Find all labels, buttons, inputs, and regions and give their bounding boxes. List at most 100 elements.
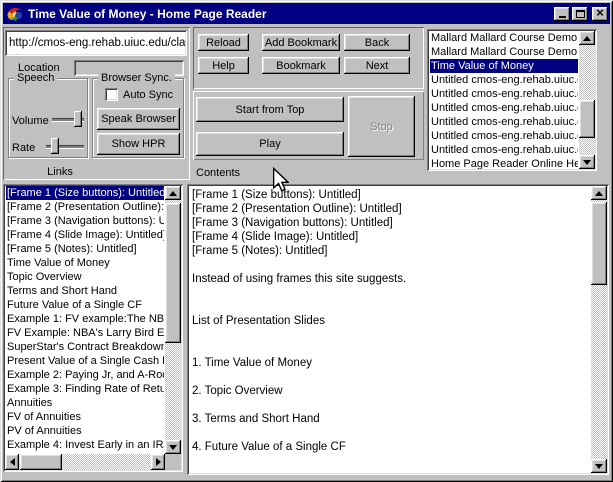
volume-label: Volume	[12, 115, 49, 127]
stop-button[interactable]: Stop	[348, 96, 415, 157]
scrollbar-thumb[interactable]	[20, 454, 62, 470]
links-list-item[interactable]: [Frame 2 (Presentation Outline): Untitle…	[6, 200, 164, 214]
scrollbar-thumb[interactable]	[165, 203, 181, 343]
rate-label: Rate	[12, 142, 35, 154]
links-list-item[interactable]: [Frame 4 (Slide Image): Untitled]	[6, 228, 164, 242]
rate-slider-thumb[interactable]	[51, 138, 59, 154]
browser-sync-group: Browser Sync. Auto Sync Speak Browser Sh…	[92, 78, 184, 158]
close-icon: ×	[596, 8, 604, 18]
app-icon	[7, 6, 23, 22]
scroll-down-button[interactable]	[165, 440, 181, 454]
links-list-item[interactable]: PV of Annuities	[6, 424, 164, 438]
maximize-icon	[576, 10, 585, 18]
history-list-item[interactable]: Untitled cmos-eng.rehab.uiuc.edu	[430, 115, 578, 129]
scroll-up-button[interactable]	[579, 31, 595, 45]
links-list-item[interactable]: Topic Overview	[6, 270, 164, 284]
scrollbar-thumb[interactable]	[579, 100, 595, 138]
links-list-item[interactable]: FV of Annuities	[6, 410, 164, 424]
links-hscrollbar[interactable]	[5, 454, 165, 470]
history-list-item[interactable]: Mallard Mallard Course Demo - St	[430, 45, 578, 59]
auto-sync-checkbox[interactable]	[105, 88, 118, 101]
history-list-item[interactable]: Untitled cmos-eng.rehab.uiuc.edu	[430, 143, 578, 157]
url-text: http://cmos-eng.rehab.uiuc.edu/clas	[9, 30, 185, 56]
window-title: Time Value of Money - Home Page Reader	[28, 7, 552, 21]
help-button[interactable]: Help	[198, 57, 249, 74]
volume-slider-thumb[interactable]	[74, 111, 82, 127]
links-list-item[interactable]: Future Value of a Single CF	[6, 298, 164, 312]
links-list-item[interactable]: FV Example: NBA's Larry Bird Ex	[6, 326, 164, 340]
history-list-item[interactable]: Mallard Mallard Course Demo - Ti	[430, 31, 578, 45]
scroll-left-button[interactable]	[5, 454, 19, 470]
speech-group: Speech Volume Rate	[8, 78, 88, 158]
speech-group-label: Speech	[14, 72, 57, 84]
arrow-right-icon	[156, 458, 161, 466]
links-rows: [Frame 1 (Size buttons): Untitled][Frame…	[6, 186, 164, 454]
contents-box: [Frame 1 (Size buttons): Untitled] [Fram…	[187, 184, 609, 475]
history-list-item[interactable]: Time Value of Money	[430, 59, 578, 73]
scroll-down-button[interactable]	[591, 459, 607, 473]
history-list-item[interactable]: Untitled cmos-eng.rehab.uiuc.edu	[430, 87, 578, 101]
links-list: [Frame 1 (Size buttons): Untitled][Frame…	[3, 184, 183, 472]
next-button[interactable]: Next	[344, 57, 410, 74]
links-list-item[interactable]: [Frame 1 (Size buttons): Untitled]	[6, 186, 164, 200]
toolbar-panel: Reload Add Bookmark Back Help Bookmark N…	[193, 27, 424, 89]
history-list-item[interactable]: Untitled cmos-eng.rehab.uiuc.edu	[430, 73, 578, 87]
playback-panel: Start from Top Stop Play	[193, 91, 424, 160]
history-list: Mallard Mallard Course Demo - TiMallard …	[427, 29, 597, 171]
auto-sync-label: Auto Sync	[123, 89, 173, 101]
minimize-icon	[559, 16, 566, 18]
back-button[interactable]: Back	[344, 34, 410, 51]
arrow-up-icon	[583, 36, 591, 41]
links-list-item[interactable]: Example 2: Paying Jr, and A-Rod	[6, 368, 164, 382]
arrow-left-icon	[10, 458, 15, 466]
address-panel: http://cmos-eng.rehab.uiuc.edu/clas Loca…	[3, 27, 190, 180]
title-bar: Time Value of Money - Home Page Reader ×	[3, 3, 610, 24]
show-hpr-button[interactable]: Show HPR	[97, 133, 180, 155]
reload-button[interactable]: Reload	[198, 34, 249, 51]
scrollbar-corner	[165, 454, 181, 470]
scroll-right-button[interactable]	[151, 454, 165, 470]
contents-scrollbar[interactable]	[591, 186, 607, 473]
start-from-top-button[interactable]: Start from Top	[196, 97, 344, 122]
history-list-item[interactable]: Home Page Reader Online Help	[430, 157, 578, 169]
contents-label: Contents	[196, 167, 240, 179]
history-rows: Mallard Mallard Course Demo - TiMallard …	[430, 31, 578, 169]
links-list-item[interactable]: SuperStar's Contract Breakdown	[6, 340, 164, 354]
rate-slider[interactable]	[46, 137, 84, 155]
history-list-item[interactable]: Untitled cmos-eng.rehab.uiuc.edu	[430, 129, 578, 143]
links-list-item[interactable]: Example 4: Invest Early in an IRA	[6, 438, 164, 452]
play-button[interactable]: Play	[196, 132, 344, 156]
scroll-up-button[interactable]	[591, 186, 607, 200]
arrow-up-icon	[595, 191, 603, 196]
history-list-item[interactable]: Untitled cmos-eng.rehab.uiuc.edu	[430, 101, 578, 115]
links-list-item[interactable]: Time Value of Money	[6, 256, 164, 270]
maximize-button[interactable]	[572, 7, 588, 21]
links-vscrollbar[interactable]	[165, 186, 181, 454]
arrow-down-icon	[583, 160, 591, 165]
arrow-down-icon	[595, 464, 603, 469]
links-list-item[interactable]: Example 1: FV example:The NBA	[6, 312, 164, 326]
links-list-item[interactable]: Present Value of a Single Cash F	[6, 354, 164, 368]
links-list-item[interactable]: Example 3: Finding Rate of Return	[6, 382, 164, 396]
url-input[interactable]: http://cmos-eng.rehab.uiuc.edu/clas	[5, 30, 187, 56]
links-list-item[interactable]: [Frame 5 (Notes): Untitled]	[6, 242, 164, 256]
scroll-down-button[interactable]	[579, 155, 595, 169]
links-label: Links	[22, 166, 98, 178]
contents-text[interactable]: [Frame 1 (Size buttons): Untitled] [Fram…	[192, 188, 588, 472]
history-scrollbar[interactable]	[579, 31, 595, 169]
minimize-button[interactable]	[554, 7, 570, 21]
browser-sync-group-label: Browser Sync.	[98, 72, 175, 84]
scrollbar-thumb[interactable]	[591, 202, 607, 285]
close-button[interactable]: ×	[592, 7, 608, 21]
links-list-item[interactable]: Annuities	[6, 396, 164, 410]
links-list-item[interactable]: [Frame 3 (Navigation buttons): Untitled]	[6, 214, 164, 228]
volume-slider[interactable]	[52, 110, 84, 128]
arrow-up-icon	[169, 191, 177, 196]
bookmark-button[interactable]: Bookmark	[262, 57, 340, 74]
add-bookmark-button[interactable]: Add Bookmark	[262, 34, 340, 51]
speak-browser-button[interactable]: Speak Browser	[97, 108, 180, 130]
app-window: Time Value of Money - Home Page Reader ×…	[0, 0, 613, 482]
links-list-item[interactable]: Terms and Short Hand	[6, 284, 164, 298]
arrow-down-icon	[169, 445, 177, 450]
scroll-up-button[interactable]	[165, 186, 181, 200]
